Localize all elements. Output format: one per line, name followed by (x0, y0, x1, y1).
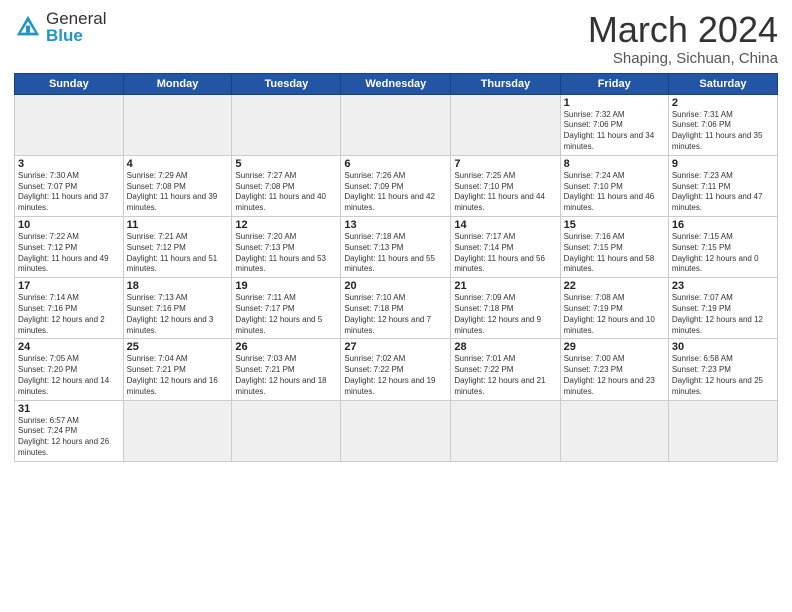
table-row: 22Sunrise: 7:08 AM Sunset: 7:19 PM Dayli… (560, 278, 668, 339)
table-row: 15Sunrise: 7:16 AM Sunset: 7:15 PM Dayli… (560, 216, 668, 277)
col-friday: Friday (560, 73, 668, 94)
title-block: March 2024 Shaping, Sichuan, China (588, 10, 778, 67)
table-row: 10Sunrise: 7:22 AM Sunset: 7:12 PM Dayli… (15, 216, 124, 277)
table-row (341, 94, 451, 155)
table-row (451, 400, 560, 461)
table-row: 1Sunrise: 7:32 AM Sunset: 7:06 PM Daylig… (560, 94, 668, 155)
table-row: 23Sunrise: 7:07 AM Sunset: 7:19 PM Dayli… (668, 278, 777, 339)
table-row: 12Sunrise: 7:20 AM Sunset: 7:13 PM Dayli… (232, 216, 341, 277)
table-row: 4Sunrise: 7:29 AM Sunset: 7:08 PM Daylig… (123, 155, 232, 216)
table-row: 25Sunrise: 7:04 AM Sunset: 7:21 PM Dayli… (123, 339, 232, 400)
logo-general: General (46, 10, 106, 27)
table-row (232, 400, 341, 461)
table-row: 19Sunrise: 7:11 AM Sunset: 7:17 PM Dayli… (232, 278, 341, 339)
table-row: 18Sunrise: 7:13 AM Sunset: 7:16 PM Dayli… (123, 278, 232, 339)
table-row: 7Sunrise: 7:25 AM Sunset: 7:10 PM Daylig… (451, 155, 560, 216)
col-wednesday: Wednesday (341, 73, 451, 94)
table-row (15, 94, 124, 155)
table-row (668, 400, 777, 461)
table-row (232, 94, 341, 155)
table-row: 28Sunrise: 7:01 AM Sunset: 7:22 PM Dayli… (451, 339, 560, 400)
col-tuesday: Tuesday (232, 73, 341, 94)
table-row (451, 94, 560, 155)
table-row: 5Sunrise: 7:27 AM Sunset: 7:08 PM Daylig… (232, 155, 341, 216)
table-row: 17Sunrise: 7:14 AM Sunset: 7:16 PM Dayli… (15, 278, 124, 339)
table-row: 30Sunrise: 6:58 AM Sunset: 7:23 PM Dayli… (668, 339, 777, 400)
table-row (123, 94, 232, 155)
table-row (123, 400, 232, 461)
table-row: 24Sunrise: 7:05 AM Sunset: 7:20 PM Dayli… (15, 339, 124, 400)
logo-icon (14, 13, 42, 41)
logo: General Blue (14, 10, 106, 44)
col-thursday: Thursday (451, 73, 560, 94)
col-sunday: Sunday (15, 73, 124, 94)
table-row: 13Sunrise: 7:18 AM Sunset: 7:13 PM Dayli… (341, 216, 451, 277)
table-row: 8Sunrise: 7:24 AM Sunset: 7:10 PM Daylig… (560, 155, 668, 216)
table-row: 2Sunrise: 7:31 AM Sunset: 7:06 PM Daylig… (668, 94, 777, 155)
table-row: 6Sunrise: 7:26 AM Sunset: 7:09 PM Daylig… (341, 155, 451, 216)
logo-text: General Blue (46, 10, 106, 44)
table-row: 3Sunrise: 7:30 AM Sunset: 7:07 PM Daylig… (15, 155, 124, 216)
title-location: Shaping, Sichuan, China (588, 50, 778, 67)
col-monday: Monday (123, 73, 232, 94)
title-month: March 2024 (588, 10, 778, 50)
page: General Blue March 2024 Shaping, Sichuan… (0, 0, 792, 612)
table-row: 31Sunrise: 6:57 AM Sunset: 7:24 PM Dayli… (15, 400, 124, 461)
logo-blue: Blue (46, 27, 106, 44)
table-row: 27Sunrise: 7:02 AM Sunset: 7:22 PM Dayli… (341, 339, 451, 400)
table-row: 20Sunrise: 7:10 AM Sunset: 7:18 PM Dayli… (341, 278, 451, 339)
header: General Blue March 2024 Shaping, Sichuan… (14, 10, 778, 67)
table-row (341, 400, 451, 461)
table-row: 21Sunrise: 7:09 AM Sunset: 7:18 PM Dayli… (451, 278, 560, 339)
calendar-header-row: Sunday Monday Tuesday Wednesday Thursday… (15, 73, 778, 94)
table-row: 11Sunrise: 7:21 AM Sunset: 7:12 PM Dayli… (123, 216, 232, 277)
col-saturday: Saturday (668, 73, 777, 94)
table-row: 14Sunrise: 7:17 AM Sunset: 7:14 PM Dayli… (451, 216, 560, 277)
table-row: 29Sunrise: 7:00 AM Sunset: 7:23 PM Dayli… (560, 339, 668, 400)
table-row: 9Sunrise: 7:23 AM Sunset: 7:11 PM Daylig… (668, 155, 777, 216)
calendar-table: Sunday Monday Tuesday Wednesday Thursday… (14, 73, 778, 462)
table-row (560, 400, 668, 461)
table-row: 16Sunrise: 7:15 AM Sunset: 7:15 PM Dayli… (668, 216, 777, 277)
table-row: 26Sunrise: 7:03 AM Sunset: 7:21 PM Dayli… (232, 339, 341, 400)
